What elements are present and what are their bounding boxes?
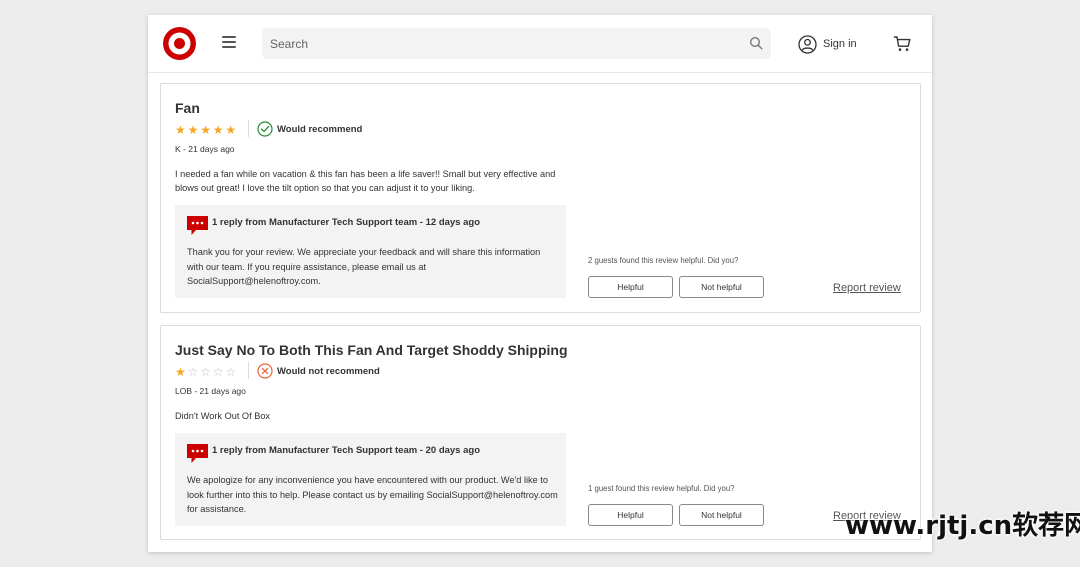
menu-icon[interactable] [222,36,236,49]
reply-text: We apologize for any inconvenience you h… [187,475,558,514]
divider [248,120,249,137]
star-icon: ☆ [225,365,237,379]
search-input[interactable] [262,28,732,59]
review-card: Just Say No To Both This Fan And Target … [160,325,921,540]
helpful-count: 2 guests found this review helpful. Did … [588,256,739,265]
sign-in-label: Sign in [823,38,857,50]
recommendation: Would recommend [257,121,362,137]
not-helpful-button[interactable]: Not helpful [679,276,764,298]
star-icon: ★ [187,123,199,137]
page-frame: Sign in Fan ★ ★ ★ ★ ★ Would recommend K … [148,15,932,552]
review-title: Fan [175,100,200,116]
review-title: Just Say No To Both This Fan And Target … [175,342,568,358]
cart-icon[interactable] [893,34,912,53]
search-icon[interactable] [749,36,763,50]
review-body: Didn't Work Out Of Box [175,411,271,421]
star-rating: ★ ★ ★ ★ ★ [175,123,238,137]
star-icon: ★ [200,123,211,137]
helpful-button[interactable]: Helpful [588,504,673,526]
watermark: www.rjtj.cn软荐网 [845,511,1080,541]
star-icon: ☆ [200,365,211,379]
review-body: I needed a fan while on vacation & this … [175,169,556,193]
report-review-link[interactable]: Report review [833,282,901,294]
star-icon: ★ [175,365,186,379]
site-header: Sign in [148,15,932,73]
review-author-date: K - 21 days ago [175,144,235,154]
chat-bubble-icon [187,216,208,235]
chat-bubble-icon [187,444,208,463]
reply-heading: 1 reply from Manufacturer Tech Support t… [212,217,480,228]
reply-text: Thank you for your review. We appreciate… [187,247,541,286]
manufacturer-reply: 1 reply from Manufacturer Tech Support t… [175,205,566,298]
divider [248,362,249,379]
recommendation: Would not recommend [257,363,380,379]
star-rating: ★ ☆ ☆ ☆ ☆ [175,365,238,379]
recommendation-label: Would recommend [277,123,363,135]
sign-in-link[interactable]: Sign in [798,34,857,54]
star-icon: ☆ [212,365,224,379]
check-circle-icon [257,121,273,137]
user-icon [798,34,817,54]
helpful-button[interactable]: Helpful [588,276,673,298]
search-bar [262,28,771,59]
helpful-count: 1 guest found this review helpful. Did y… [588,484,735,493]
star-icon: ☆ [187,365,199,379]
star-icon: ★ [175,123,186,137]
recommendation-label: Would not recommend [277,365,380,377]
review-card: Fan ★ ★ ★ ★ ★ Would recommend K - 21 day… [160,83,921,313]
manufacturer-reply: 1 reply from Manufacturer Tech Support t… [175,433,566,526]
reply-heading: 1 reply from Manufacturer Tech Support t… [212,445,480,456]
review-author-date: LOB - 21 days ago [175,386,246,396]
target-logo-icon[interactable] [163,27,196,60]
x-circle-icon [257,363,273,379]
not-helpful-button[interactable]: Not helpful [679,504,764,526]
star-icon: ★ [212,123,224,137]
star-icon: ★ [225,123,237,137]
